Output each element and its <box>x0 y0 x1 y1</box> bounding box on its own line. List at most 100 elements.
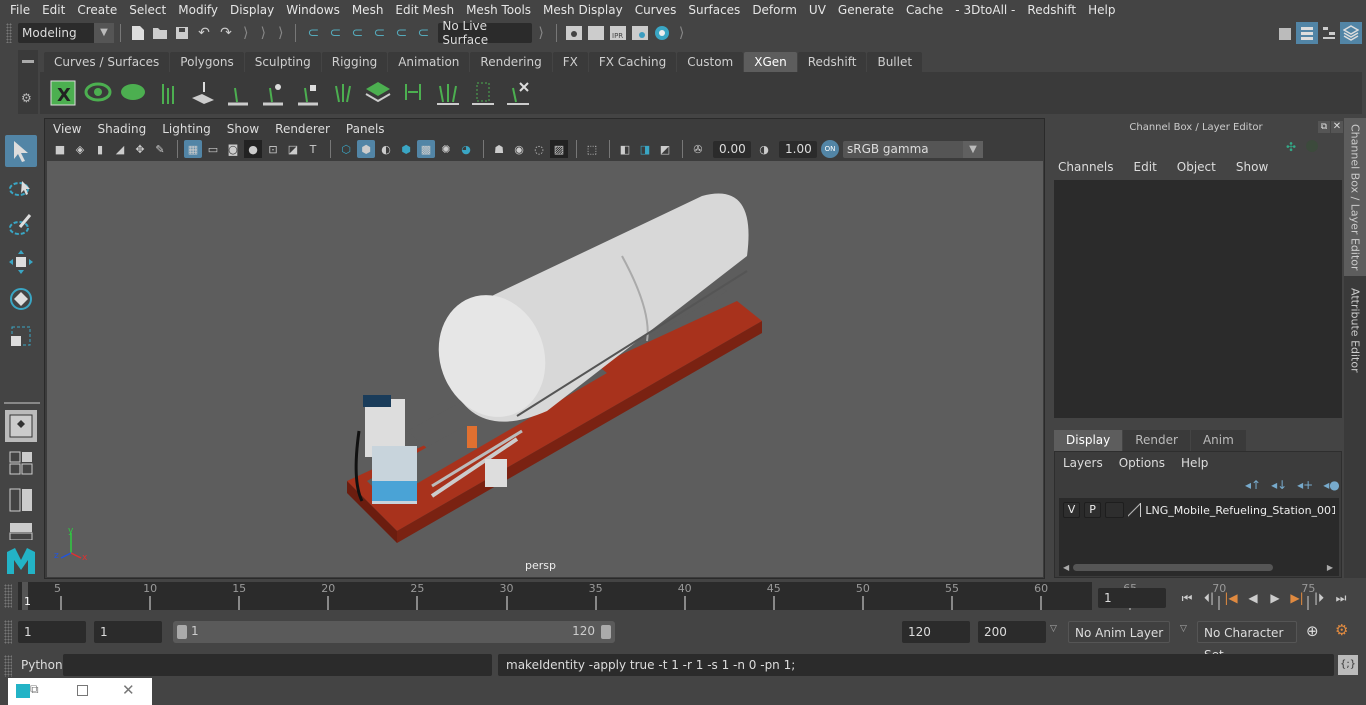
move-tool[interactable] <box>5 246 37 278</box>
outliner-persp-layout-button[interactable] <box>5 484 37 516</box>
xray-icon[interactable]: ◧ <box>616 140 634 158</box>
layer-tab-render[interactable]: Render <box>1123 430 1190 451</box>
viewport-menu-lighting[interactable]: Lighting <box>162 122 211 136</box>
menu-windows[interactable]: Windows <box>286 3 340 17</box>
menu-file[interactable]: File <box>10 3 30 17</box>
menu-edit-mesh[interactable]: Edit Mesh <box>395 3 454 17</box>
menu-create[interactable]: Create <box>77 3 117 17</box>
go-to-end-icon[interactable]: ⏭ <box>1330 588 1352 608</box>
channel-box-area[interactable] <box>1054 180 1342 418</box>
menu-edit[interactable]: Edit <box>42 3 65 17</box>
snap-to-projected-center-icon[interactable]: ⊂ <box>368 22 390 44</box>
character-set-dropdown[interactable]: No Character Set <box>1197 621 1297 662</box>
command-line-grip[interactable] <box>4 655 12 677</box>
end-time-field[interactable]: 120 <box>902 621 970 643</box>
xgen-preview-icon[interactable] <box>83 78 113 108</box>
anti-aliasing-icon[interactable]: ◌ <box>530 140 548 158</box>
grease-pencil-icon[interactable]: ✎ <box>151 140 169 158</box>
render-current-frame-icon[interactable] <box>563 22 585 44</box>
live-surface-field[interactable]: No Live Surface <box>438 19 533 47</box>
layer-color-swatch[interactable] <box>1128 503 1142 517</box>
menu-cache[interactable]: Cache <box>906 3 943 17</box>
menu-mesh-tools[interactable]: Mesh Tools <box>466 3 531 17</box>
shelf-tab-curves-surfaces[interactable]: Curves / Surfaces <box>44 52 170 72</box>
image-plane-icon[interactable]: ◢ <box>111 140 129 158</box>
viewport-menu-renderer[interactable]: Renderer <box>275 122 330 136</box>
film-gate-icon[interactable]: ▭ <box>204 140 222 158</box>
render-sequence-icon[interactable] <box>585 22 607 44</box>
float-panel-icon[interactable]: ⧉ <box>1318 121 1330 133</box>
snap-to-curve-icon[interactable]: ⊂ <box>324 22 346 44</box>
menu-deform[interactable]: Deform <box>752 3 797 17</box>
collapse-arrow-icon[interactable]: ⟩ <box>260 25 265 41</box>
resolution-gate-icon[interactable]: ◙ <box>224 140 242 158</box>
animation-start-field[interactable]: 1 <box>94 621 162 643</box>
channel-box-menu-edit[interactable]: Edit <box>1134 160 1157 174</box>
modeling-toolkit-icon[interactable] <box>1274 22 1296 44</box>
layer-tab-anim[interactable]: Anim <box>1190 430 1246 451</box>
scale-tool[interactable] <box>5 320 37 352</box>
snap-to-view-plane-icon[interactable]: ⊂ <box>390 22 412 44</box>
default-material-icon[interactable]: ◐ <box>377 140 395 158</box>
move-layer-down-icon[interactable]: ◂↓ <box>1271 478 1287 492</box>
gamma-icon[interactable]: ◑ <box>755 140 773 158</box>
xgen-delete-guides-icon[interactable] <box>503 78 533 108</box>
menu-3dtoall[interactable]: - 3DtoAll - <box>955 3 1015 17</box>
animation-end-field[interactable]: 200 <box>978 621 1046 643</box>
layer-menu-layers[interactable]: Layers <box>1063 456 1103 470</box>
select-camera-icon[interactable]: ■ <box>51 140 69 158</box>
auto-key-icon[interactable]: ⊕ <box>1306 622 1319 640</box>
side-tab-attribute-editor[interactable]: Attribute Editor <box>1344 280 1366 380</box>
color-management-toggle[interactable]: ON <box>821 140 839 158</box>
layer-tab-display[interactable]: Display <box>1054 430 1123 451</box>
scroll-right-icon[interactable]: ▶ <box>1327 563 1333 572</box>
side-tab-channel-box[interactable]: Channel Box / Layer Editor <box>1344 118 1366 276</box>
channel-box-menu-show[interactable]: Show <box>1236 160 1268 174</box>
move-layer-up-icon[interactable]: ◂↑ <box>1245 478 1261 492</box>
exposure-icon[interactable]: ✇ <box>689 140 707 158</box>
range-start-handle[interactable] <box>177 625 187 639</box>
attribute-editor-toggle-icon[interactable] <box>1296 22 1318 44</box>
field-chart-icon[interactable]: ⊡ <box>264 140 282 158</box>
safe-action-icon[interactable]: ◪ <box>284 140 302 158</box>
xgen-editor-icon[interactable]: X <box>48 78 78 108</box>
layer-list-scrollbar[interactable]: ◀ ▶ <box>1063 562 1333 572</box>
close-window-icon[interactable]: ✕ <box>122 681 135 699</box>
menu-redshift[interactable]: Redshift <box>1027 3 1076 17</box>
layer-menu-help[interactable]: Help <box>1181 456 1208 470</box>
channel-box-menu-channels[interactable]: Channels <box>1058 160 1114 174</box>
viewport-canvas[interactable]: y x z persp <box>47 161 1043 577</box>
viewport-menu-shading[interactable]: Shading <box>97 122 146 136</box>
layer-row[interactable]: V P LNG_Mobile_Refueling_Station_001_l <box>1059 498 1339 522</box>
depth-of-field-icon[interactable]: ▨ <box>550 140 568 158</box>
channel-box-menu-object[interactable]: Object <box>1177 160 1216 174</box>
exposure-field[interactable]: 0.00 <box>713 140 751 158</box>
four-view-layout-button[interactable] <box>5 447 37 479</box>
mode-selector[interactable]: Modeling ▼ <box>18 22 114 43</box>
menu-generate[interactable]: Generate <box>838 3 894 17</box>
shelf-tab-rigging[interactable]: Rigging <box>321 52 388 72</box>
layer-name[interactable]: LNG_Mobile_Refueling_Station_001_l <box>1145 504 1335 517</box>
layer-visibility-toggle[interactable]: V <box>1063 502 1081 518</box>
new-layer-selected-icon[interactable]: ◂● <box>1323 478 1340 492</box>
play-backwards-icon[interactable]: ◀ <box>1242 588 1264 608</box>
manipulator-icon[interactable]: ✣ <box>1286 140 1296 154</box>
persp-graph-layout-button[interactable] <box>5 521 37 541</box>
single-perspective-layout-button[interactable] <box>5 410 37 442</box>
viewport-menu-view[interactable]: View <box>53 122 81 136</box>
animation-preferences-icon[interactable]: ⚙ <box>1335 621 1348 639</box>
range-slider[interactable]: 1 120 <box>173 621 615 643</box>
shelf-tab-fx-caching[interactable]: FX Caching <box>588 52 677 72</box>
shelf-tab-redshift[interactable]: Redshift <box>797 52 867 72</box>
select-tool[interactable] <box>5 135 37 167</box>
collapse-arrow-icon[interactable]: ⟩ <box>243 25 248 41</box>
wireframe-icon[interactable]: ⬡ <box>337 140 355 158</box>
step-forward-key-icon[interactable]: ▶| <box>1286 588 1308 608</box>
menu-help[interactable]: Help <box>1088 3 1115 17</box>
start-time-field[interactable]: 1 <box>18 621 86 643</box>
smooth-shade-icon[interactable]: ⬢ <box>357 140 375 158</box>
gate-mask-icon[interactable]: ● <box>244 140 262 158</box>
new-scene-icon[interactable] <box>127 22 149 44</box>
isolate-select-icon[interactable]: ⬚ <box>583 140 601 158</box>
scrollbar-thumb[interactable] <box>1073 563 1274 571</box>
